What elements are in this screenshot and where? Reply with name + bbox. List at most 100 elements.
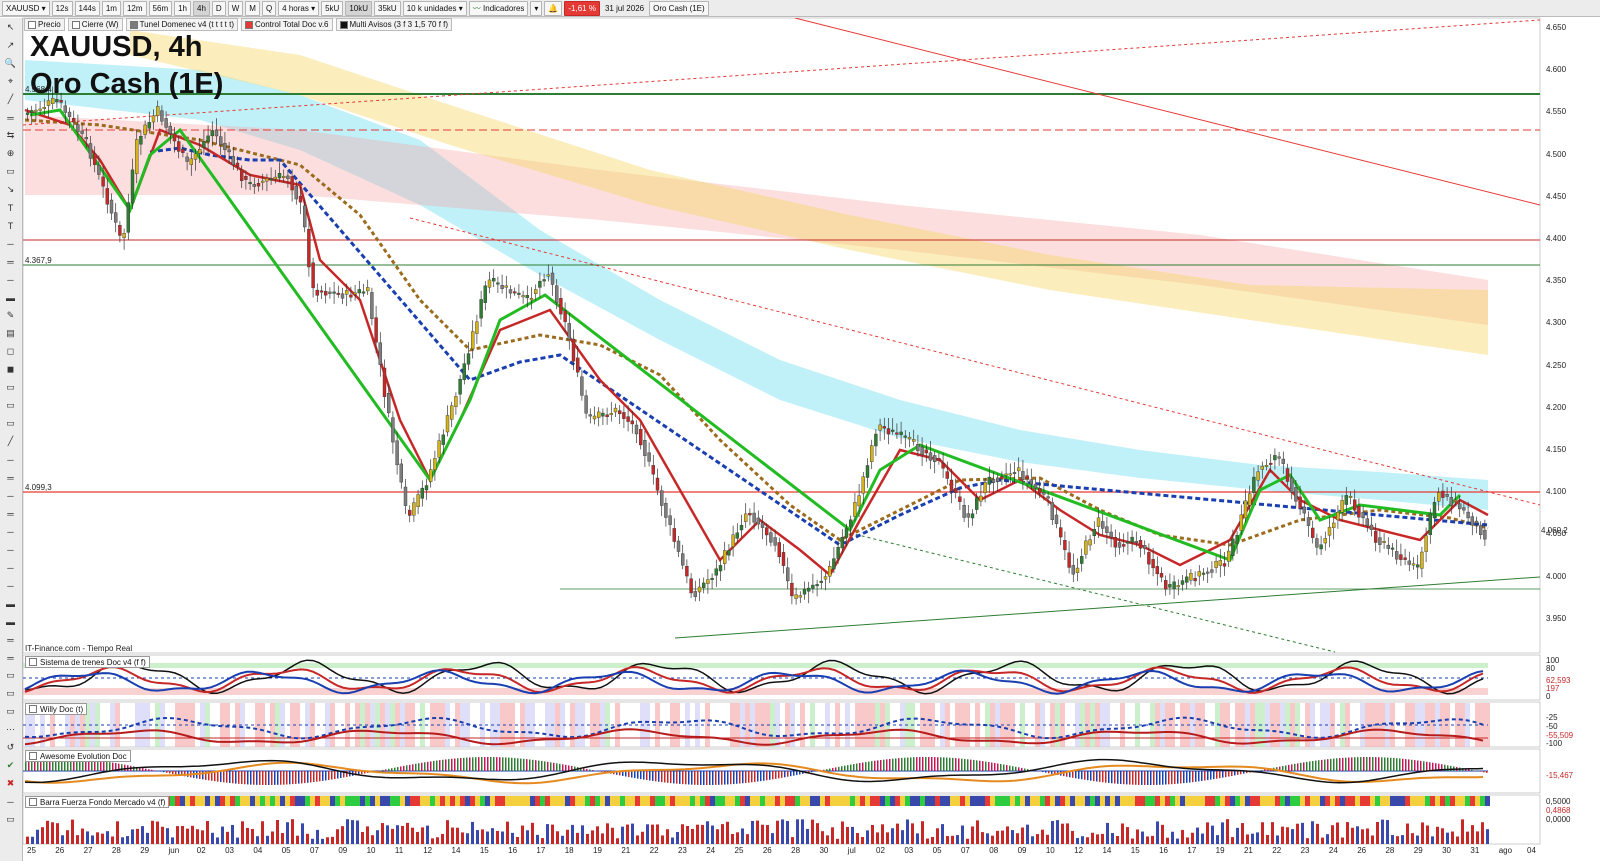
force-cell — [320, 796, 325, 806]
hline-icon[interactable]: ─ — [4, 526, 17, 537]
unit-count-selector[interactable]: 10 k unidades ▾ — [402, 0, 467, 16]
delete-icon[interactable]: ✖ — [4, 778, 17, 789]
interval-button-56m[interactable]: 56m — [148, 0, 173, 16]
time-tick: ago — [1498, 846, 1513, 855]
overlay-chip[interactable]: Cierre (W) — [67, 18, 123, 31]
grid-icon[interactable]: ▤ — [4, 328, 17, 339]
period-selector[interactable]: 4 horas ▾ — [278, 0, 320, 16]
interval-button-12m[interactable]: 12m — [122, 0, 147, 16]
overlay-checkbox[interactable] — [339, 20, 348, 29]
interval-button-4h[interactable]: 4h — [193, 0, 210, 16]
indicators-dropdown[interactable]: ▾ — [530, 0, 543, 16]
bar-icon[interactable]: ▬ — [4, 292, 17, 303]
interval-button-d[interactable]: D — [211, 0, 226, 16]
panel-checkbox[interactable] — [29, 752, 37, 760]
panel-checkbox[interactable] — [29, 658, 37, 666]
hline-icon[interactable]: ─ — [4, 490, 17, 501]
arrows-icon[interactable]: ⇆ — [4, 130, 17, 141]
force-cell — [695, 796, 700, 806]
hline-icon[interactable]: ─ — [4, 562, 17, 573]
force-cell — [1065, 796, 1070, 806]
channel-icon[interactable]: ═ — [4, 112, 17, 123]
overlay-label: Precio — [38, 20, 61, 29]
shape-icon[interactable]: ▭ — [4, 382, 17, 393]
overlay-chip[interactable]: Precio — [24, 18, 65, 31]
panel-header-fuerza[interactable]: Barra Fuerza Fondo Mercado v4 (f) — [25, 796, 170, 808]
interval-button-12s[interactable]: 12s — [51, 0, 73, 16]
ao-bar — [1105, 771, 1107, 783]
force-bar — [496, 830, 499, 844]
square-icon[interactable]: ◻ — [4, 346, 17, 357]
panel-checkbox[interactable] — [29, 705, 37, 713]
unit-button-10ku[interactable]: 10kU — [345, 0, 373, 16]
shape-icon[interactable]: ▭ — [4, 688, 17, 699]
force-cell — [450, 796, 455, 806]
arrow-icon[interactable]: ↘ — [4, 184, 17, 195]
zoom-icon[interactable]: 🔍 — [4, 58, 17, 69]
overlay-chip[interactable]: Control Total Doc v.6 — [240, 18, 333, 31]
shape-icon[interactable]: ▭ — [4, 814, 17, 825]
interval-button-q[interactable]: Q — [261, 0, 277, 16]
ao-bar — [565, 764, 567, 771]
indicators-button[interactable]: 〰 Indicadores — [468, 0, 529, 16]
overlay-checkbox[interactable] — [71, 20, 80, 29]
hline-icon[interactable]: ─ — [4, 580, 17, 591]
text-icon[interactable]: T — [4, 220, 17, 231]
hline-icon[interactable]: ═ — [4, 634, 17, 645]
bell-icon[interactable]: 🔔 — [544, 0, 563, 16]
undo-icon[interactable]: ↺ — [4, 742, 17, 753]
plus-icon[interactable]: ⊕ — [4, 148, 17, 159]
hline-icon[interactable]: ─ — [4, 544, 17, 555]
panel-header-awesome[interactable]: Awesome Evolution Doc — [25, 750, 131, 762]
square-icon[interactable]: ◼ — [4, 364, 17, 375]
text-icon[interactable]: T — [4, 202, 17, 213]
hline-icon[interactable]: ─ — [4, 238, 17, 249]
overlay-checkbox[interactable] — [244, 20, 253, 29]
panel-header-willy[interactable]: Willy Doc (t) — [25, 703, 88, 715]
hline-icon[interactable]: ═ — [4, 472, 17, 483]
dots-icon[interactable]: ⋯ — [4, 724, 17, 735]
line-icon[interactable]: ─ — [4, 274, 17, 285]
interval-button-m[interactable]: M — [245, 0, 260, 16]
rect-icon[interactable]: ▭ — [4, 166, 17, 177]
force-cell — [1160, 796, 1165, 806]
shape-icon[interactable]: ▭ — [4, 706, 17, 717]
unit-button-5ku[interactable]: 5kU — [321, 0, 344, 16]
hline-icon[interactable]: ═ — [4, 508, 17, 519]
bar-icon[interactable]: ▬ — [4, 598, 17, 609]
interval-button-144s[interactable]: 144s — [74, 0, 100, 16]
crosshair-icon[interactable]: ⌖ — [4, 76, 17, 87]
force-bar — [1051, 821, 1054, 844]
shape-icon[interactable]: ▭ — [4, 418, 17, 429]
check-icon[interactable]: ✔ — [4, 760, 17, 771]
cursor-icon[interactable]: ↖ — [4, 22, 17, 33]
pencil-icon[interactable]: ✎ — [4, 310, 17, 321]
overlay-checkbox[interactable] — [28, 20, 36, 29]
force-bar — [1031, 836, 1034, 844]
interval-button-1h[interactable]: 1h — [174, 0, 192, 16]
overlay-checkbox[interactable] — [129, 20, 138, 29]
ao-bar — [1075, 771, 1077, 779]
price-chart[interactable] — [0, 0, 1600, 861]
shape-icon[interactable]: ▭ — [4, 400, 17, 411]
ao-bar — [226, 771, 228, 783]
overlay-chip[interactable]: Multi Avisos (3 f 3 1,5 70 f f) — [335, 18, 453, 31]
panel-header-trenes[interactable]: Sistema de trenes Doc v4 (f f) — [25, 656, 150, 668]
hline-icon[interactable]: ═ — [4, 652, 17, 663]
trendline-icon[interactable]: ╱ — [4, 94, 17, 105]
trendline-icon[interactable]: ╱ — [4, 436, 17, 447]
hline-icon[interactable]: ─ — [4, 454, 17, 465]
force-bar — [656, 824, 659, 844]
overlay-chip[interactable]: Tunel Domenec v4 (t t t t t) — [125, 18, 238, 31]
symbol-selector[interactable]: XAUUSD ▾ — [2, 0, 50, 16]
interval-button-w[interactable]: W — [227, 0, 244, 16]
interval-button-1m[interactable]: 1m — [101, 0, 121, 16]
bar-icon[interactable]: ▬ — [4, 616, 17, 627]
hline-icon[interactable]: ═ — [4, 256, 17, 267]
panel-checkbox[interactable] — [29, 798, 37, 806]
shape-icon[interactable]: ▭ — [4, 670, 17, 681]
line-icon[interactable]: ↗ — [4, 40, 17, 51]
hline-icon[interactable]: ─ — [4, 796, 17, 807]
force-bar — [366, 826, 369, 844]
unit-button-35ku[interactable]: 35kU — [374, 0, 401, 16]
